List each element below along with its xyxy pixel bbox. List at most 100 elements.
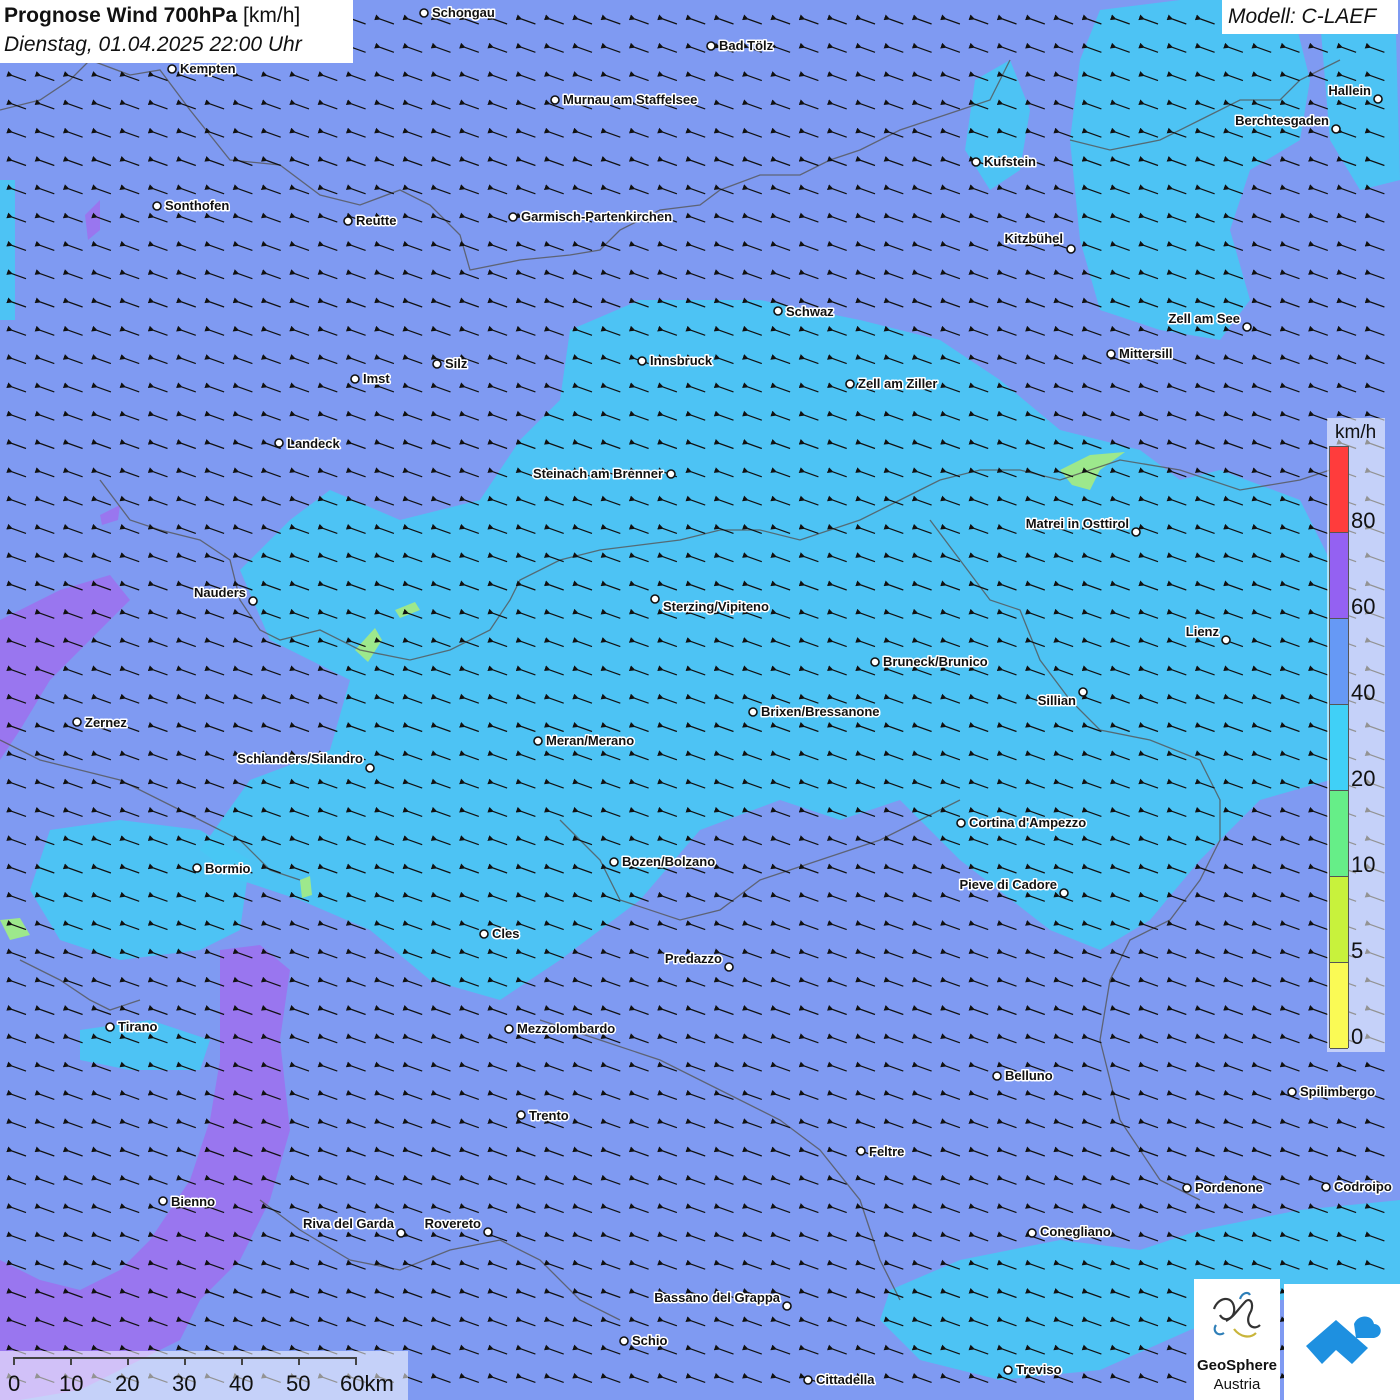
city-label: Codroipo <box>1334 1179 1392 1194</box>
city-label: Kempten <box>180 61 236 76</box>
city-marker[interactable] <box>504 1024 514 1034</box>
legend-label-5: 5 <box>1351 938 1364 963</box>
legend-segment-0 <box>1330 963 1348 1049</box>
city-marker[interactable] <box>550 95 560 105</box>
wind-forecast-map[interactable]: Schongau Bad Tölz Kempten Murnau am Staffel… <box>0 0 1400 1400</box>
city-label: Mezzolombardo <box>517 1021 615 1036</box>
city-marker[interactable] <box>666 469 676 479</box>
city-marker[interactable] <box>609 857 619 867</box>
city-label: Garmisch-Partenkirchen <box>521 209 672 224</box>
city-marker[interactable] <box>619 1336 629 1346</box>
city-marker[interactable] <box>956 818 966 828</box>
city-marker[interactable] <box>992 1071 1002 1081</box>
city-label: Zernez <box>85 715 127 730</box>
city-marker[interactable] <box>803 1375 813 1385</box>
city-marker[interactable] <box>396 1228 406 1238</box>
city-marker[interactable] <box>870 657 880 667</box>
city-label: Meran/Merano <box>546 733 634 748</box>
city-marker[interactable] <box>152 201 162 211</box>
city-label: Trento <box>529 1108 569 1123</box>
city-marker[interactable] <box>845 379 855 389</box>
region-cyan <box>30 820 250 960</box>
scale-label: 30 <box>172 1371 197 1396</box>
city-marker[interactable] <box>248 596 258 606</box>
geosphere-swirl-icon <box>1212 1291 1261 1338</box>
model-panel: Modell: C-LAEF <box>1222 0 1398 34</box>
scale-tick <box>184 1357 186 1365</box>
city-label: Treviso <box>1016 1362 1062 1377</box>
city-marker[interactable] <box>1059 888 1069 898</box>
scale-label: 40 <box>229 1371 254 1396</box>
city-label: Pordenone <box>1195 1180 1263 1195</box>
city-marker[interactable] <box>637 356 647 366</box>
city-marker[interactable] <box>724 962 734 972</box>
geosphere-name: GeoSphere <box>1196 1357 1278 1374</box>
city-marker[interactable] <box>650 594 660 604</box>
city-label: Conegliano <box>1040 1224 1111 1239</box>
city-label: Zell am See <box>1168 311 1240 326</box>
city-label: Bozen/Bolzano <box>622 854 715 869</box>
scale-label: 20 <box>115 1371 140 1396</box>
city-label: Bassano del Grappa <box>654 1290 780 1305</box>
city-label: Schwaz <box>786 304 834 319</box>
city-marker[interactable] <box>365 763 375 773</box>
city-label: Riva del Garda <box>303 1216 395 1231</box>
city-marker[interactable] <box>508 212 518 222</box>
city-marker[interactable] <box>773 306 783 316</box>
city-label: Sillian <box>1038 693 1076 708</box>
city-marker[interactable] <box>72 717 82 727</box>
city-marker[interactable] <box>782 1301 792 1311</box>
city-marker[interactable] <box>1242 322 1252 332</box>
city-marker[interactable] <box>516 1110 526 1120</box>
city-marker[interactable] <box>1106 349 1116 359</box>
city-marker[interactable] <box>1221 635 1231 645</box>
city-label: Sterzing/Vipiteno <box>663 599 769 614</box>
city-marker[interactable] <box>350 374 360 384</box>
city-marker[interactable] <box>479 929 489 939</box>
city-marker[interactable] <box>432 359 442 369</box>
city-label: Murnau am Staffelsee <box>563 92 697 107</box>
city-marker[interactable] <box>105 1022 115 1032</box>
scale-tick <box>127 1357 129 1365</box>
city-marker[interactable] <box>419 8 429 18</box>
city-marker[interactable] <box>158 1196 168 1206</box>
geosphere-logo[interactable]: GeoSphere Austria <box>1194 1279 1280 1400</box>
city-label: Berchtesgaden <box>1235 113 1329 128</box>
legend-colorbar <box>1329 446 1349 1049</box>
city-marker[interactable] <box>1078 687 1088 697</box>
city-label: Matrei in Osttirol <box>1026 516 1129 531</box>
city-marker[interactable] <box>343 216 353 226</box>
city-marker[interactable] <box>167 64 177 74</box>
city-label: Bruneck/Brunico <box>883 654 988 669</box>
city-label: Reutte <box>356 213 396 228</box>
city-label: Nauders <box>194 585 246 600</box>
city-marker[interactable] <box>1131 527 1141 537</box>
city-marker[interactable] <box>1287 1087 1297 1097</box>
city-label: Pieve di Cadore <box>959 877 1057 892</box>
region-green <box>300 876 312 898</box>
city-marker[interactable] <box>1182 1183 1192 1193</box>
city-marker[interactable] <box>1066 244 1076 254</box>
city-marker[interactable] <box>1321 1182 1331 1192</box>
city-marker[interactable] <box>483 1227 493 1237</box>
city-marker[interactable] <box>533 736 543 746</box>
city-marker[interactable] <box>856 1146 866 1156</box>
legend-label-40: 40 <box>1351 680 1376 705</box>
city-marker[interactable] <box>1373 94 1383 104</box>
legend-segment-60 <box>1330 533 1348 619</box>
city-marker[interactable] <box>1331 124 1341 134</box>
legend-segment-80 <box>1330 447 1348 533</box>
city-marker[interactable] <box>1027 1228 1037 1238</box>
city-marker[interactable] <box>192 863 202 873</box>
city-label: Lienz <box>1186 624 1220 639</box>
scale-tick <box>70 1357 72 1365</box>
city-marker[interactable] <box>971 157 981 167</box>
city-marker[interactable] <box>1003 1365 1013 1375</box>
city-marker[interactable] <box>706 41 716 51</box>
city-marker[interactable] <box>274 438 284 448</box>
legend-label-10: 10 <box>1351 852 1376 877</box>
app-logo[interactable] <box>1284 1284 1400 1400</box>
legend-label-60: 60 <box>1351 594 1376 619</box>
city-marker[interactable] <box>748 707 758 717</box>
legend-segment-5 <box>1330 877 1348 963</box>
